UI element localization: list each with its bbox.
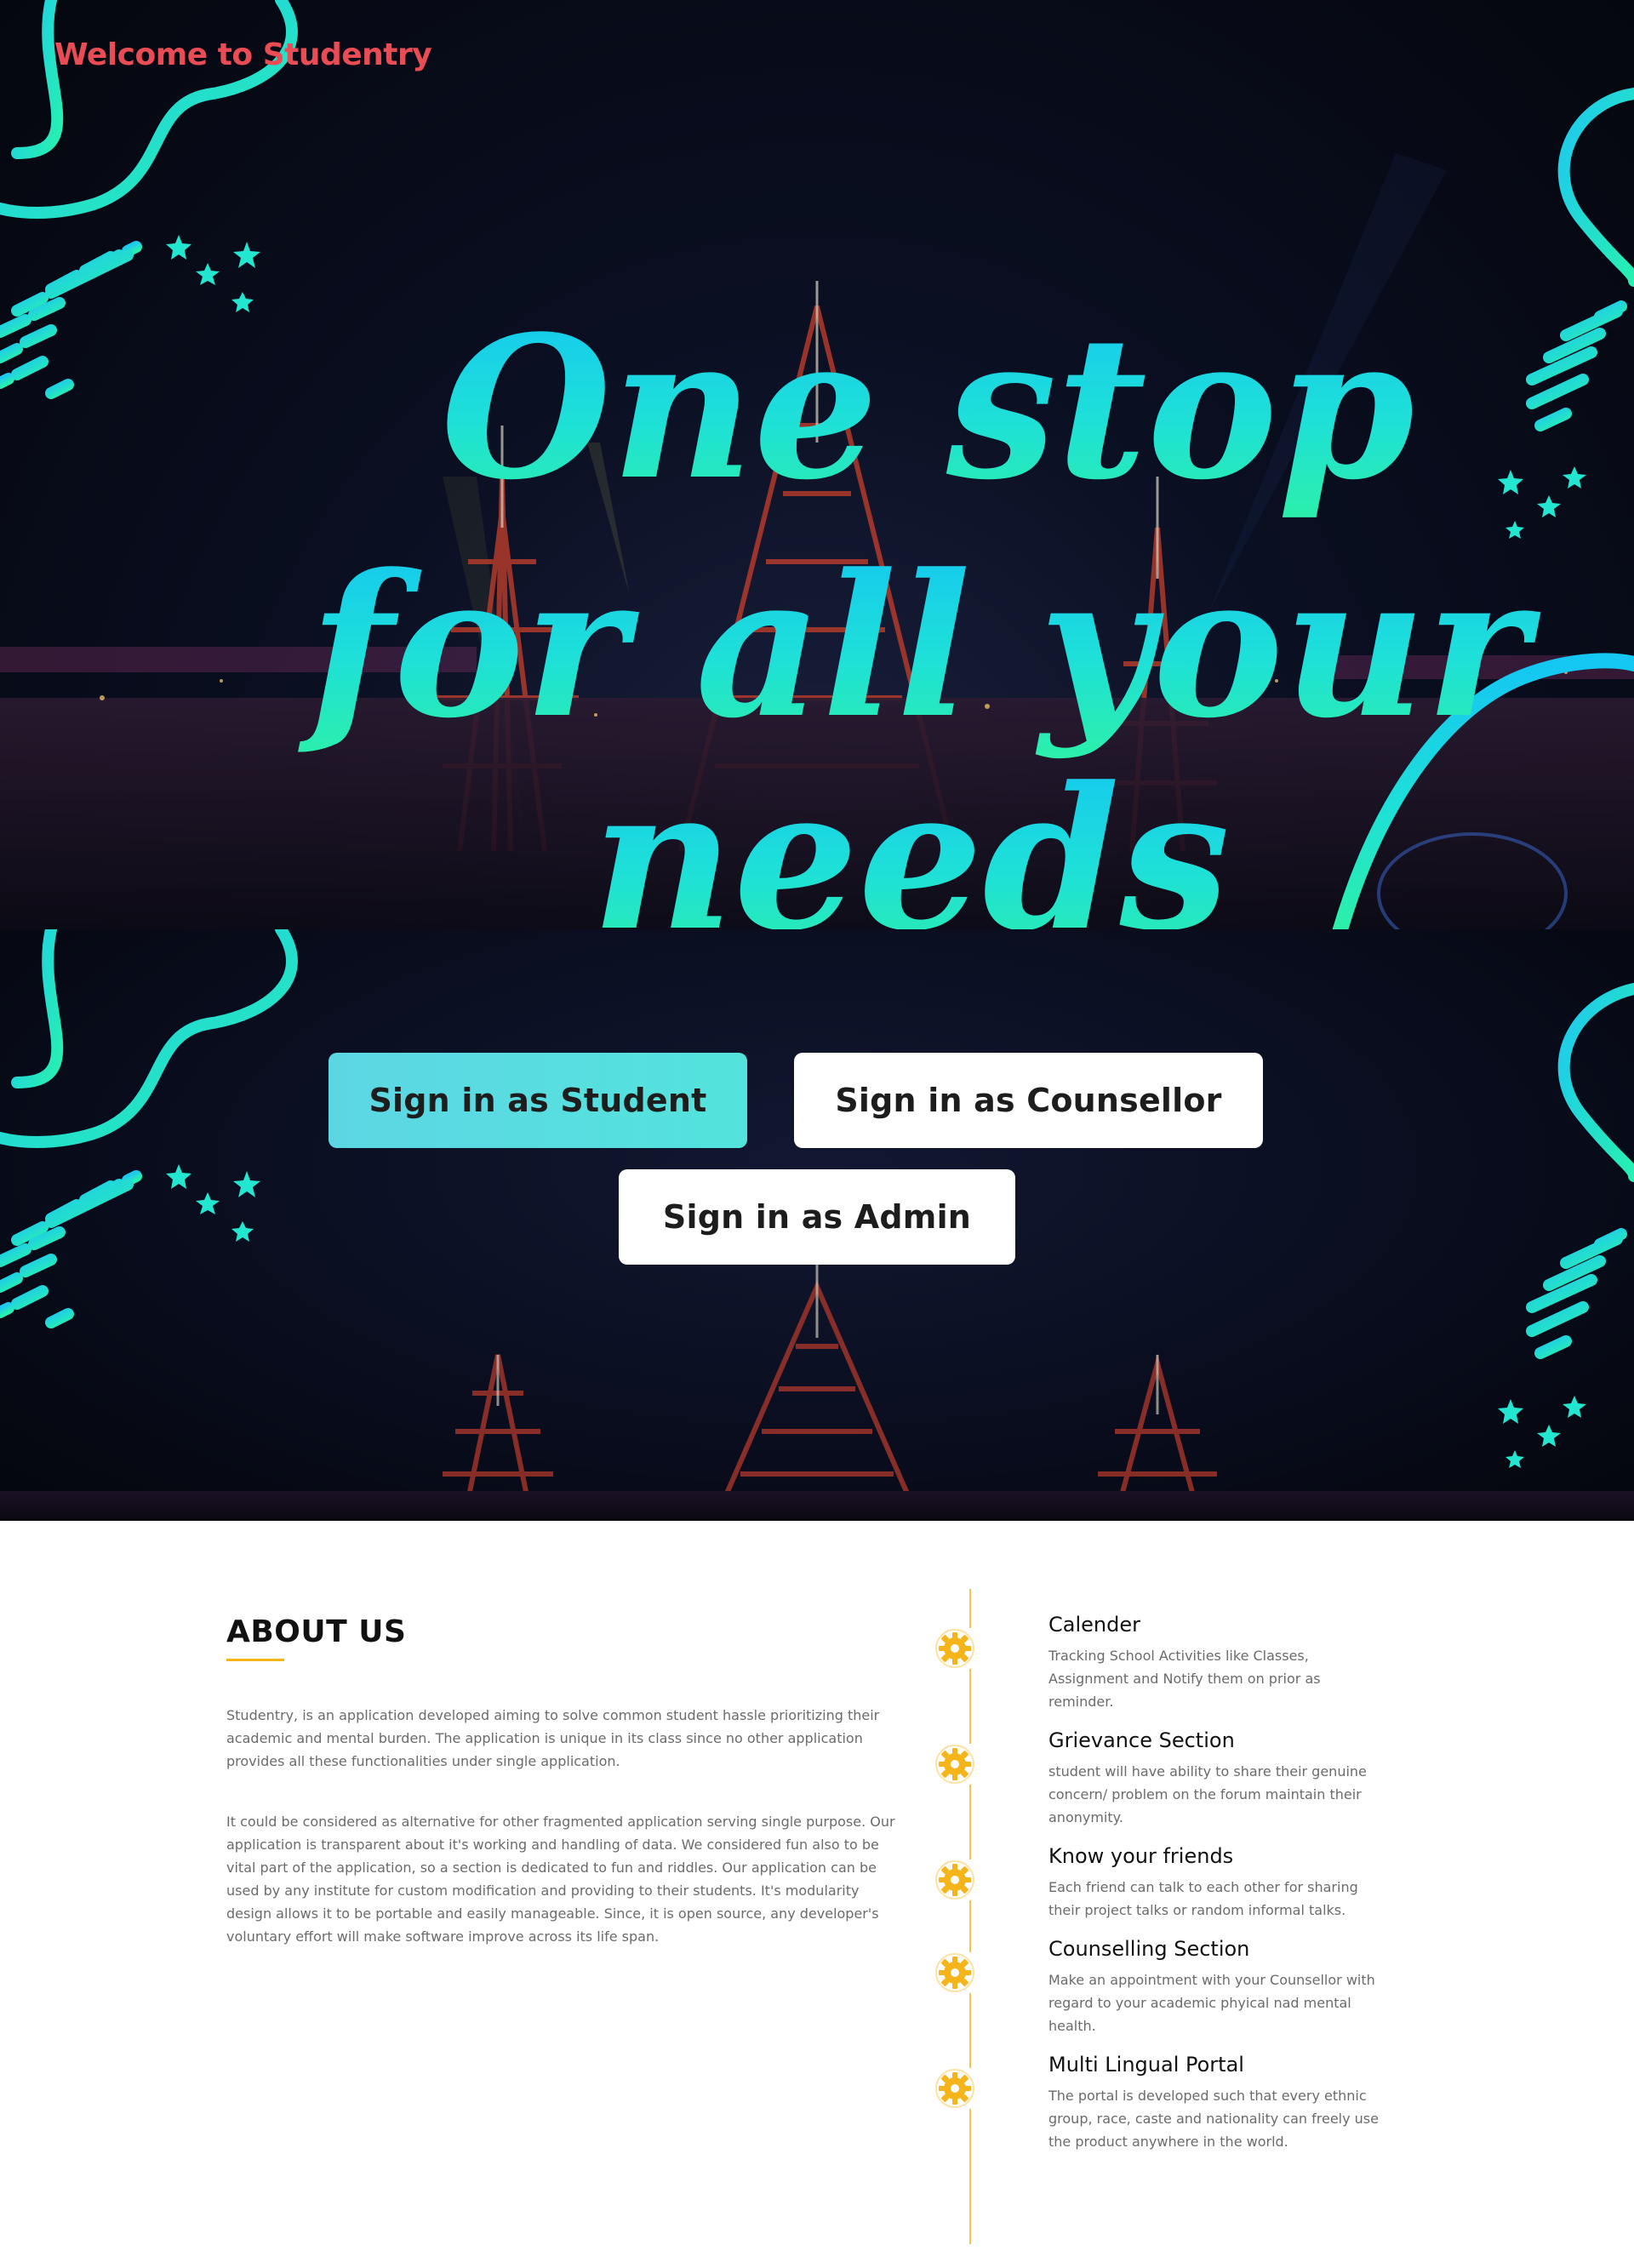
timeline-line	[969, 1589, 971, 2244]
gear-icon	[934, 1744, 975, 1785]
signin-counsellor-button[interactable]: Sign in as Counsellor	[794, 1053, 1263, 1148]
headline-line-2: for all your	[298, 532, 1542, 762]
feature-title: Know your friends	[1048, 1844, 1234, 1868]
about-paragraph-1: Studentry, is an application developed a…	[226, 1707, 880, 1769]
signin-student-button[interactable]: Sign in as Student	[329, 1053, 747, 1148]
about-title-underline	[226, 1659, 284, 1661]
site-title[interactable]: Welcome to Studentry	[54, 37, 432, 72]
signin-admin-button[interactable]: Sign in as Admin	[619, 1169, 1015, 1265]
gear-icon	[934, 1952, 975, 1993]
about-title: ABOUT US	[226, 1614, 407, 1649]
gear-icon	[934, 2068, 975, 2109]
feature-description: Tracking School Activities like Classes,…	[1048, 1648, 1321, 1710]
gear-icon	[934, 1860, 975, 1900]
feature-description: The portal is developed such that every …	[1048, 2088, 1379, 2150]
hero-section: One stop for all your needs Welcome to S…	[0, 0, 1634, 929]
headline-line-1: One stop	[441, 294, 1414, 523]
headline-line-3: needs	[591, 745, 1230, 929]
feature-title: Calender	[1048, 1613, 1140, 1637]
about-paragraph-2: It could be considered as alternative fo…	[226, 1814, 895, 1945]
feature-title: Grievance Section	[1048, 1728, 1235, 1752]
hero-background-illustration: One stop for all your needs	[0, 0, 1634, 929]
gear-icon	[934, 1628, 975, 1669]
signin-section: Sign in as Student Sign in as Counsellor…	[0, 929, 1634, 1521]
feature-description: student will have ability to share their…	[1048, 1763, 1367, 1825]
feature-description: Each friend can talk to each other for s…	[1048, 1879, 1358, 1918]
feature-description: Make an appointment with your Counsellor…	[1048, 1972, 1375, 2034]
feature-title: Counselling Section	[1048, 1937, 1250, 1961]
feature-title: Multi Lingual Portal	[1048, 2053, 1244, 2077]
about-section: ABOUT US Studentry, is an application de…	[0, 1521, 1634, 2268]
